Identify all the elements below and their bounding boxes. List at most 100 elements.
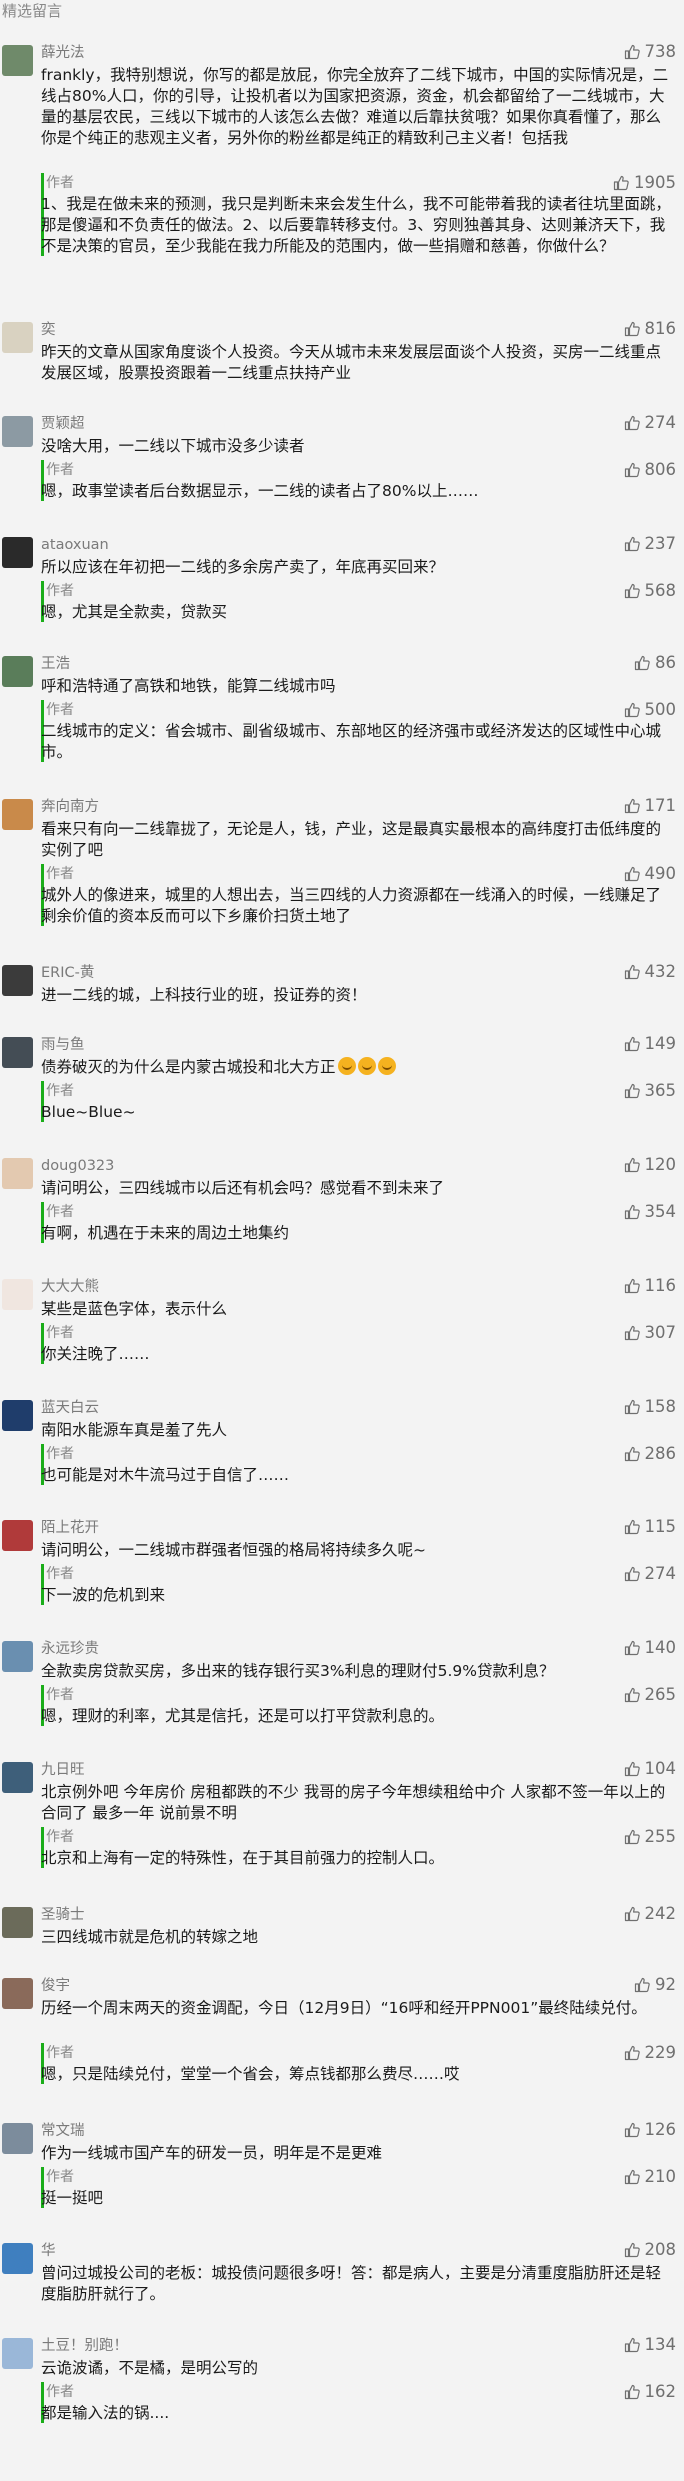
thumbs-up-icon <box>624 44 640 60</box>
comment-username[interactable]: 九日旺 <box>41 1760 85 1780</box>
comment-text: 北京例外吧 今年房价 房租都跌的不少 我哥的房子今年想续租给中介 人家都不签一年… <box>41 1783 666 1822</box>
avatar[interactable] <box>2 322 33 353</box>
author-label: 作者 <box>46 2169 74 2185</box>
reply-like-button[interactable]: 354 <box>624 1201 676 1223</box>
comment-username[interactable]: 奕 <box>41 320 56 340</box>
reply-like-button[interactable]: 255 <box>624 1826 676 1848</box>
reply-like-button[interactable]: 229 <box>624 2042 676 2064</box>
comment-like-button[interactable]: 237 <box>624 533 676 555</box>
comment-username[interactable]: ataoxuan <box>41 535 109 555</box>
comment-like-button[interactable]: 171 <box>624 795 676 817</box>
thumbs-up-icon <box>624 536 640 552</box>
avatar[interactable] <box>2 799 33 830</box>
comment-username[interactable]: 薛光法 <box>41 43 85 63</box>
comment-username[interactable]: doug0323 <box>41 1156 114 1176</box>
avatar[interactable] <box>2 2123 33 2154</box>
avatar[interactable] <box>2 2243 33 2274</box>
comment-username[interactable]: 圣骑士 <box>41 1905 85 1925</box>
comment-like-button[interactable]: 86 <box>634 652 676 674</box>
comment-username[interactable]: 华 <box>41 2241 56 2261</box>
author-label: 作者 <box>46 866 74 882</box>
author-reply-text: 嗯，政事堂读者后台数据显示，一二线的读者占了80%以上…… <box>41 482 479 500</box>
thumbs-up-icon <box>634 1977 650 1993</box>
comment-username[interactable]: 蓝天白云 <box>41 1398 99 1418</box>
thumbs-up-icon <box>624 1687 640 1703</box>
avatar[interactable] <box>2 965 33 996</box>
comment-username[interactable]: 雨与鱼 <box>41 1035 85 1055</box>
reply-like-button[interactable]: 162 <box>624 2381 676 2403</box>
comment-like-button[interactable]: 816 <box>624 318 676 340</box>
avatar[interactable] <box>2 1520 33 1551</box>
reply-like-count: 806 <box>644 460 677 479</box>
thumbs-up-icon <box>624 2122 640 2138</box>
avatar[interactable] <box>2 1762 33 1793</box>
comment-like-button[interactable]: 120 <box>624 1154 676 1176</box>
avatar[interactable] <box>2 656 33 687</box>
reply-like-button[interactable]: 265 <box>624 1684 676 1706</box>
avatar[interactable] <box>2 537 33 568</box>
author-label: 作者 <box>46 462 74 478</box>
comment-username[interactable]: 陌上花开 <box>41 1518 99 1538</box>
avatar[interactable] <box>2 2338 33 2369</box>
comment-like-button[interactable]: 158 <box>624 1396 677 1418</box>
avatar[interactable] <box>2 1400 33 1431</box>
like-count: 92 <box>655 1975 676 1994</box>
avatar[interactable] <box>2 1978 33 2009</box>
avatar[interactable] <box>2 1037 33 1068</box>
like-count: 432 <box>644 962 677 981</box>
comment-like-button[interactable]: 104 <box>624 1758 676 1780</box>
reply-like-button[interactable]: 365 <box>624 1080 676 1102</box>
like-count: 115 <box>644 1517 677 1536</box>
author-label: 作者 <box>46 1325 74 1341</box>
comment-like-button[interactable]: 140 <box>624 1637 676 1659</box>
author-label: 作者 <box>46 1687 74 1703</box>
comment-username[interactable]: 奔向南方 <box>41 797 99 817</box>
comment-username[interactable]: ERIC-黄 <box>41 963 94 983</box>
comment-like-button[interactable]: 432 <box>624 961 677 983</box>
comment-like-button[interactable]: 134 <box>624 2334 676 2356</box>
avatar[interactable] <box>2 1279 33 1310</box>
comment-username[interactable]: 土豆！别跑！ <box>41 2336 128 2356</box>
comment-like-button[interactable]: 115 <box>624 1516 677 1538</box>
comment-username[interactable]: 王浩 <box>41 654 70 674</box>
thumbs-up-icon <box>624 415 640 431</box>
avatar[interactable] <box>2 1158 33 1189</box>
comment-like-button[interactable]: 242 <box>624 1903 676 1925</box>
comment-username[interactable]: 常文瑞 <box>41 2121 85 2141</box>
author-reply-text: 也可能是对木牛流马过于自信了…… <box>41 1466 290 1484</box>
comment-username[interactable]: 贾颖超 <box>41 414 85 434</box>
comment-username[interactable]: 大大大熊 <box>41 1277 99 1297</box>
comment-like-button[interactable]: 92 <box>634 1974 676 1996</box>
author-reply-text: 都是输入法的锅.... <box>41 2404 170 2422</box>
author-reply-text: 你关注晚了…… <box>41 1345 150 1363</box>
comment-like-button[interactable]: 116 <box>624 1275 676 1297</box>
author-label: 作者 <box>46 2384 74 2400</box>
thumbs-up-icon <box>624 1906 640 1922</box>
reply-like-button[interactable]: 490 <box>624 863 676 885</box>
avatar[interactable] <box>2 1641 33 1672</box>
comment-username[interactable]: 永远珍贵 <box>41 1639 99 1659</box>
reply-like-button[interactable]: 806 <box>624 459 677 481</box>
thumbs-up-icon <box>624 1446 640 1462</box>
comment-like-button[interactable]: 149 <box>624 1033 676 1055</box>
comment-like-button[interactable]: 208 <box>624 2239 676 2261</box>
comment-like-button[interactable]: 126 <box>624 2119 676 2141</box>
author-label: 作者 <box>46 583 74 599</box>
reply-like-button[interactable]: 500 <box>624 699 676 721</box>
reply-like-button[interactable]: 286 <box>624 1443 676 1465</box>
avatar[interactable] <box>2 45 33 76</box>
avatar[interactable] <box>2 1907 33 1938</box>
grin-emoji-icon <box>377 1057 396 1075</box>
comment-username[interactable]: 俊宇 <box>41 1976 70 1996</box>
reply-like-button[interactable]: 1905 <box>613 172 676 194</box>
author-label: 作者 <box>46 2045 74 2061</box>
avatar[interactable] <box>2 416 33 447</box>
reply-like-button[interactable]: 274 <box>624 1563 676 1585</box>
reply-like-button[interactable]: 210 <box>624 2166 676 2188</box>
comment-like-button[interactable]: 738 <box>624 41 676 63</box>
reply-like-button[interactable]: 307 <box>624 1322 677 1344</box>
reply-like-count: 307 <box>644 1323 677 1342</box>
reply-like-button[interactable]: 568 <box>624 580 676 602</box>
comment-like-button[interactable]: 274 <box>624 412 676 434</box>
like-count: 158 <box>644 1397 677 1416</box>
